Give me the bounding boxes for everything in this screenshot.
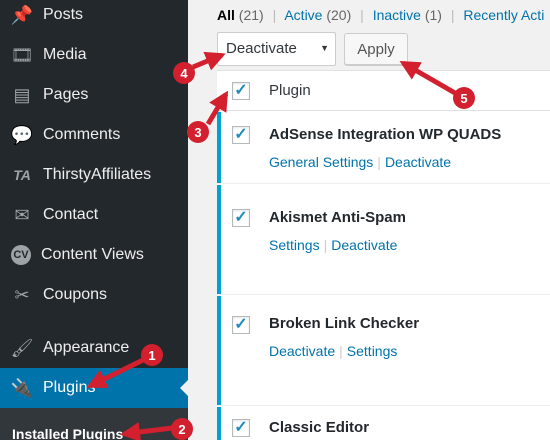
active-plugin-bar [217, 296, 221, 405]
action-separator: | [377, 154, 381, 170]
plugin-title: Classic Editor [269, 419, 370, 436]
mail-icon: ✉ [14, 204, 30, 225]
ta-icon: TA [13, 167, 31, 183]
sidebar-item-thirstyaffiliates[interactable]: TA ThirstyAffiliates [0, 155, 188, 195]
sidebar-item-label: Contact [43, 206, 99, 223]
settings-link[interactable]: Settings [269, 237, 320, 253]
scissors-icon: ✂ [14, 284, 30, 305]
plugin-title: Akismet Anti-Spam [269, 209, 406, 226]
deactivate-link[interactable]: Deactivate [385, 154, 451, 170]
sidebar-item-posts[interactable]: 📌 Posts [0, 0, 188, 35]
filter-inactive[interactable]: Inactive [373, 7, 421, 23]
pin-icon: 📌 [10, 4, 34, 25]
bulk-action-select[interactable]: Deactivate ▼ [217, 32, 336, 66]
sidebar-item-label: Coupons [43, 286, 108, 303]
filter-all[interactable]: All [217, 7, 235, 23]
row-actions: General Settings | Deactivate [269, 154, 451, 170]
cv-icon: CV [11, 245, 31, 265]
sidebar-item-label: Comments [43, 126, 121, 143]
callout-badge-1: 1 [141, 344, 163, 366]
filter-active-count: (20) [326, 7, 352, 23]
deactivate-link[interactable]: Deactivate [331, 237, 397, 253]
apply-button[interactable]: Apply [344, 33, 408, 65]
sidebar-item-coupons[interactable]: ✂ Coupons [0, 275, 188, 315]
callout-badge-5: 5 [453, 87, 475, 109]
table-row: ✓ Akismet Anti-Spam Settings | Deactivate [217, 185, 550, 295]
filter-separator: | [272, 7, 277, 23]
sidebar-item-label: Pages [43, 86, 89, 103]
row-checkbox[interactable]: ✓ [232, 209, 250, 227]
table-row: ✓ Classic Editor [217, 407, 550, 440]
row-checkbox[interactable]: ✓ [232, 126, 250, 144]
pages-icon: ▤ [13, 84, 31, 105]
media-icon: 🎞 [10, 44, 34, 65]
plug-icon: 🔌 [10, 377, 34, 398]
general-settings-link[interactable]: General Settings [269, 154, 373, 170]
action-separator: | [339, 343, 343, 359]
submenu-item-installed-plugins[interactable]: Installed Plugins [12, 426, 123, 440]
sidebar-item-plugins[interactable]: 🔌 Plugins [0, 368, 188, 408]
bulk-action-value: Deactivate [226, 40, 297, 57]
table-row: ✓ Broken Link Checker Deactivate | Setting… [217, 296, 550, 406]
row-actions: Deactivate | Settings [269, 343, 397, 359]
action-separator: | [323, 237, 328, 253]
plugins-submenu: Installed Plugins [0, 408, 188, 440]
table-header: ✓ Plugin [217, 71, 550, 111]
row-actions: Settings | Deactivate [269, 237, 397, 253]
filter-active[interactable]: Active [284, 7, 322, 23]
sidebar-item-label: Media [43, 46, 87, 63]
callout-badge-4: 4 [173, 62, 195, 84]
row-checkbox[interactable]: ✓ [232, 316, 250, 334]
filter-all-count: (21) [238, 7, 264, 23]
admin-sidebar: 📌 Posts 🎞 Media ▤ Pages 💬 Comments TA Th… [0, 0, 188, 440]
sidebar-item-comments[interactable]: 💬 Comments [0, 115, 188, 155]
active-indicator [180, 380, 188, 396]
row-checkbox[interactable]: ✓ [232, 419, 250, 437]
filter-separator: | [360, 7, 364, 23]
select-all-checkbox[interactable]: ✓ [232, 82, 250, 100]
callout-badge-3: 3 [187, 121, 209, 143]
active-plugin-bar [217, 185, 221, 294]
plugins-table: ✓ Plugin ✓ AdSense Integration WP QUADS … [217, 70, 550, 440]
comments-icon: 💬 [10, 124, 34, 145]
filter-separator: | [450, 7, 455, 23]
sidebar-item-contact[interactable]: ✉ Contact [0, 195, 188, 235]
callout-badge-2: 2 [171, 418, 193, 440]
plugin-title: AdSense Integration WP QUADS [269, 126, 502, 143]
sidebar-item-label: Content Views [41, 246, 144, 263]
sidebar-item-label: Plugins [43, 379, 96, 396]
plugin-title: Broken Link Checker [269, 315, 420, 332]
sidebar-item-label: ThirstyAffiliates [43, 166, 152, 183]
filter-inactive-count: (1) [424, 7, 442, 23]
status-filters: All (21) | Active (20) | Inactive (1) | … [217, 7, 544, 23]
settings-link[interactable]: Settings [347, 343, 398, 359]
active-plugin-bar [217, 112, 221, 183]
sidebar-item-label: Appearance [43, 339, 130, 356]
filter-recently-active[interactable]: Recently Acti [463, 7, 544, 23]
column-header-plugin: Plugin [269, 82, 311, 99]
sidebar-item-label: Posts [43, 6, 84, 23]
caret-down-icon: ▼ [320, 43, 329, 53]
sidebar-item-media[interactable]: 🎞 Media [0, 35, 188, 75]
deactivate-link[interactable]: Deactivate [269, 343, 335, 359]
table-row: ✓ AdSense Integration WP QUADS General S… [217, 112, 550, 184]
sidebar-item-content-views[interactable]: CV Content Views [0, 235, 188, 275]
active-plugin-bar [217, 407, 221, 440]
brush-icon: 🖌 [10, 337, 34, 358]
sidebar-item-pages[interactable]: ▤ Pages [0, 75, 188, 115]
